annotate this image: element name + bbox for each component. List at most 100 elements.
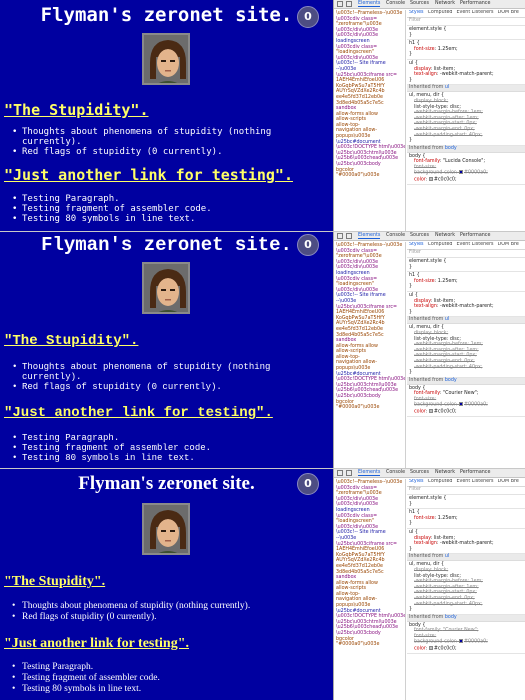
rule-close: } bbox=[409, 607, 413, 613]
list-item: Red flags of stupidity (0 currently). bbox=[12, 147, 327, 157]
tab-console[interactable]: Console bbox=[386, 233, 405, 238]
rule-ul-menu-dir[interactable]: ul, menu, dir { display: block; list-sty… bbox=[407, 324, 525, 378]
rule-element-style[interactable]: element.style { } bbox=[407, 26, 525, 41]
rule-ul-list[interactable]: ul { display: list-item; text-align: -we… bbox=[407, 529, 525, 555]
dom-line[interactable]: "#0000a0"\u003e bbox=[336, 405, 403, 411]
peer-count-badge[interactable]: 0 bbox=[297, 473, 319, 495]
property-name: display bbox=[414, 535, 431, 541]
property-value: -webkit-match-parent; bbox=[440, 72, 494, 78]
inherited-link[interactable]: ul bbox=[445, 85, 449, 90]
property-name: font-family bbox=[414, 159, 440, 165]
peer-count-badge[interactable]: 0 bbox=[297, 234, 319, 256]
subtab-computed[interactable]: Computed bbox=[428, 479, 453, 484]
inherited-label: Inherited from bbox=[409, 554, 444, 560]
subtab-styles[interactable]: Styles bbox=[409, 479, 424, 484]
color-swatch-icon[interactable] bbox=[458, 639, 463, 644]
styles-filter-input[interactable]: Filter bbox=[407, 250, 525, 258]
tab-network[interactable]: Network bbox=[435, 233, 455, 238]
tab-sources[interactable]: Sources bbox=[410, 1, 429, 6]
rule-body[interactable]: body { font-family: "Lucida Console"; fo… bbox=[407, 153, 525, 185]
subtab-computed[interactable]: Computed bbox=[428, 10, 453, 15]
dom-line[interactable]: \u003c!--Frameless--\u003e bbox=[336, 11, 403, 17]
tab-performance[interactable]: Performance bbox=[460, 1, 490, 6]
rule-body[interactable]: body { font-family: "Courier New"; font-… bbox=[407, 622, 525, 654]
rule-body[interactable]: body { font-family: "Courier New"; font-… bbox=[407, 385, 525, 417]
rule-element-style[interactable]: element.style { } bbox=[407, 258, 525, 273]
css-property[interactable]: color: #c0c0c0; bbox=[409, 176, 524, 183]
dom-line[interactable]: "#0000a0"\u003e bbox=[336, 173, 403, 179]
styles-filter-input[interactable]: Filter bbox=[407, 487, 525, 495]
testing-link[interactable]: "Just another link for testing". bbox=[4, 405, 273, 421]
peer-count-badge[interactable]: 0 bbox=[297, 6, 319, 28]
property-name: font-size bbox=[414, 46, 435, 52]
styles-filter-input[interactable]: Filter bbox=[407, 18, 525, 26]
rule-h1[interactable]: h1 { font-size: 1.25em; } bbox=[407, 272, 525, 292]
dom-tree[interactable]: \u003c!--Frameless--\u003e \u003cdiv cla… bbox=[334, 479, 406, 700]
inherited-link[interactable]: body bbox=[445, 378, 457, 383]
dom-line[interactable]: \u003c!--Frameless--\u003e bbox=[336, 243, 403, 249]
dom-tree[interactable]: \u003c!--Frameless--\u003e \u003cdiv cla… bbox=[334, 242, 406, 468]
tab-sources[interactable]: Sources bbox=[410, 233, 429, 238]
device-icon[interactable] bbox=[346, 233, 352, 239]
subtab-event-listeners[interactable]: Event Listeners bbox=[456, 10, 493, 15]
rule-ul-list[interactable]: ul { display: list-item; text-align: -we… bbox=[407, 292, 525, 318]
rule-ul-menu-dir[interactable]: ul, menu, dir { display: block; list-sty… bbox=[407, 92, 525, 146]
property-name: display bbox=[414, 66, 431, 72]
tab-elements[interactable]: Elements bbox=[358, 1, 381, 7]
dom-line[interactable]: "#0000a0"\u003e bbox=[336, 642, 403, 648]
subtab-styles[interactable]: Styles bbox=[409, 242, 424, 247]
property-value: #0000a0; bbox=[463, 639, 488, 645]
subtab-styles[interactable]: Styles bbox=[409, 10, 424, 15]
subtab-computed[interactable]: Computed bbox=[428, 242, 453, 247]
tab-performance[interactable]: Performance bbox=[460, 470, 490, 475]
tab-sources[interactable]: Sources bbox=[410, 470, 429, 475]
rule-h1[interactable]: h1 { font-size: 1.25em; } bbox=[407, 509, 525, 529]
color-swatch-icon[interactable] bbox=[428, 176, 433, 181]
dom-line[interactable]: \u003c!--Frameless--\u003e bbox=[336, 480, 403, 486]
avatar-portrait-icon bbox=[144, 264, 188, 312]
color-swatch-icon[interactable] bbox=[428, 645, 433, 650]
testing-link[interactable]: "Just another link for testing". bbox=[4, 636, 189, 652]
tab-elements[interactable]: Elements bbox=[358, 470, 381, 476]
inspect-icon[interactable] bbox=[337, 1, 343, 7]
inherited-link[interactable]: body bbox=[445, 146, 457, 151]
testing-link[interactable]: "Just another link for testing". bbox=[4, 166, 293, 184]
stupidity-link[interactable]: "The Stupidity". bbox=[4, 101, 149, 119]
color-swatch-icon[interactable] bbox=[458, 170, 463, 175]
dom-tree[interactable]: \u003c!--Frameless--\u003e \u003cdiv cla… bbox=[334, 10, 406, 231]
css-property[interactable]: color: #c0c0c0; bbox=[409, 408, 524, 415]
testing-list: Testing Paragraph. Testing fragment of a… bbox=[12, 662, 327, 695]
color-swatch-icon[interactable] bbox=[428, 408, 433, 413]
color-swatch-icon[interactable] bbox=[458, 402, 463, 407]
subtab-dom-breakpoints[interactable]: DOM Bre bbox=[498, 10, 519, 15]
property-value: #0000a0; bbox=[463, 170, 488, 176]
rule-h1[interactable]: h1 { font-size: 1.25em; } bbox=[407, 40, 525, 60]
stupidity-link[interactable]: "The Stupidity". bbox=[4, 333, 138, 349]
device-icon[interactable] bbox=[346, 1, 352, 7]
inspect-icon[interactable] bbox=[337, 470, 343, 476]
tab-console[interactable]: Console bbox=[386, 1, 405, 6]
tab-console[interactable]: Console bbox=[386, 470, 405, 475]
subtab-event-listeners[interactable]: Event Listeners bbox=[456, 242, 493, 247]
tab-network[interactable]: Network bbox=[435, 470, 455, 475]
property-name: display bbox=[414, 298, 431, 304]
inherited-link[interactable]: body bbox=[445, 615, 457, 620]
inspect-icon[interactable] bbox=[337, 233, 343, 239]
stupidity-link[interactable]: "The Stupidity". bbox=[4, 574, 105, 590]
inherited-link[interactable]: ul bbox=[445, 554, 449, 559]
css-property[interactable]: color: #c0c0c0; bbox=[409, 645, 524, 652]
subtab-event-listeners[interactable]: Event Listeners bbox=[456, 479, 493, 484]
rule-ul-list[interactable]: ul { display: list-item; text-align: -we… bbox=[407, 60, 525, 86]
rule-element-style[interactable]: element.style { } bbox=[407, 495, 525, 510]
tab-performance[interactable]: Performance bbox=[460, 233, 490, 238]
inherited-link[interactable]: ul bbox=[445, 317, 449, 322]
subtab-dom-breakpoints[interactable]: DOM Bre bbox=[498, 479, 519, 484]
rule-ul-menu-dir[interactable]: ul, menu, dir { display: block; list-sty… bbox=[407, 561, 525, 615]
subtab-dom-breakpoints[interactable]: DOM Bre bbox=[498, 242, 519, 247]
device-icon[interactable] bbox=[346, 470, 352, 476]
rule-close: } bbox=[409, 501, 413, 507]
tab-network[interactable]: Network bbox=[435, 1, 455, 6]
styles-subtabs: Styles Computed Event Listeners DOM Bre bbox=[407, 479, 525, 487]
tab-elements[interactable]: Elements bbox=[358, 233, 381, 239]
inherited-from-ul: Inherited from ul bbox=[407, 85, 525, 93]
